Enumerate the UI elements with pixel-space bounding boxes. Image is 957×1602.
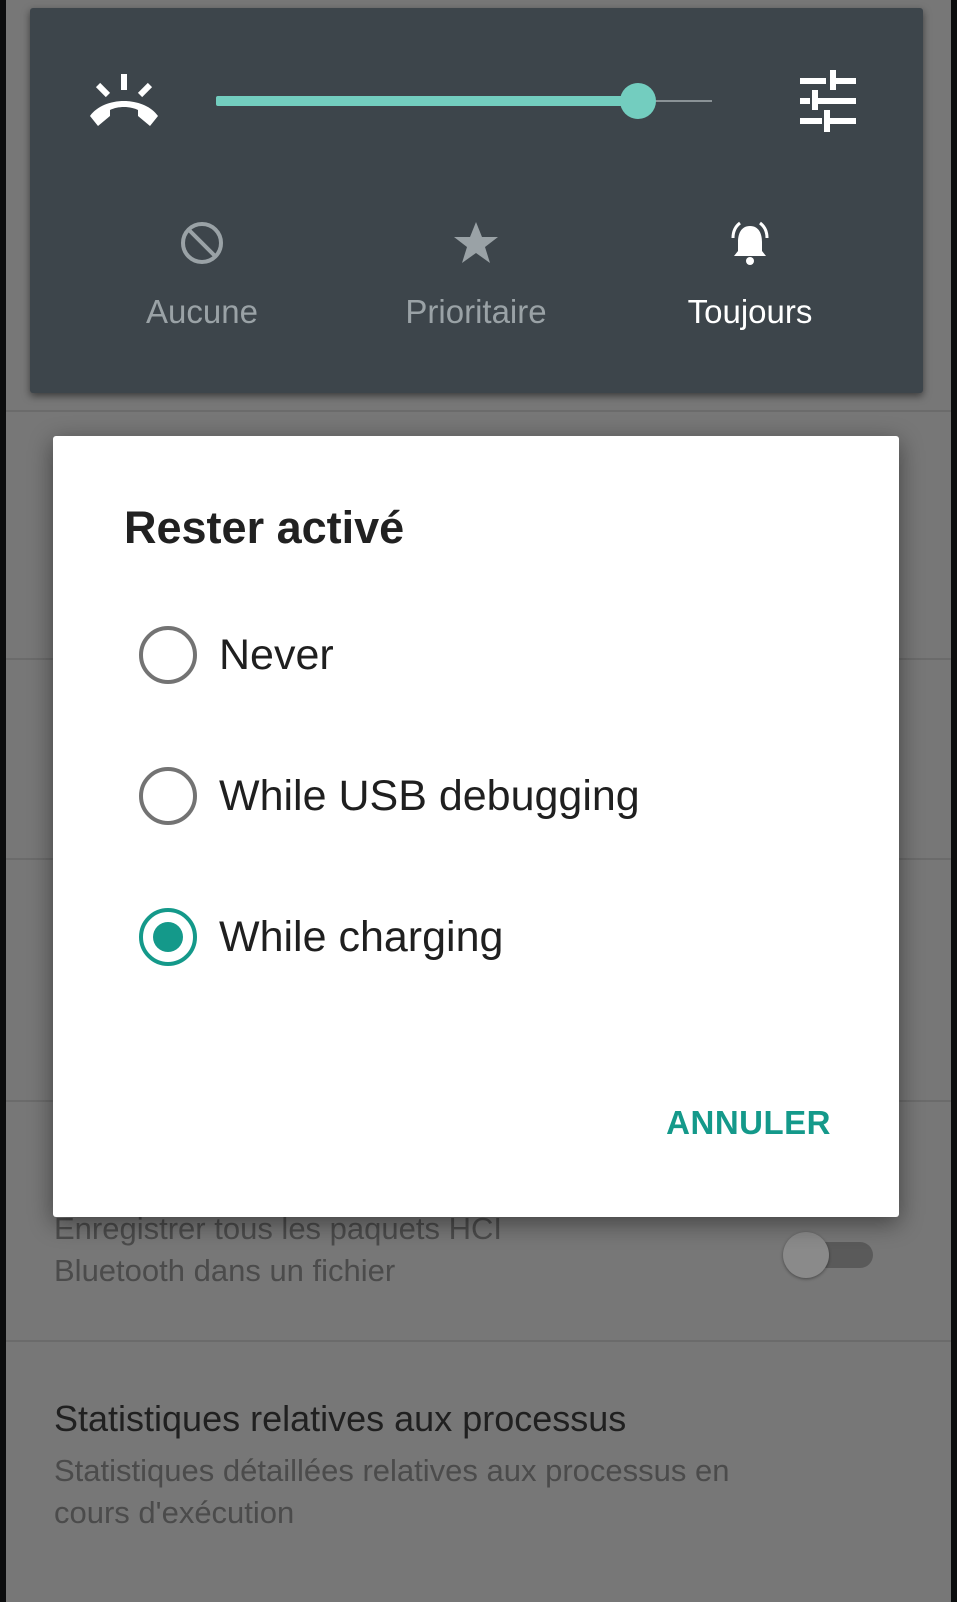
cancel-button[interactable]: ANNULER [666, 1101, 831, 1145]
mode-always[interactable]: Toujours [620, 218, 880, 332]
bell-ringing-icon [731, 221, 769, 265]
radio-button[interactable] [139, 767, 197, 825]
divider [6, 410, 951, 412]
option-never[interactable]: Never [139, 622, 839, 686]
mode-none[interactable]: Aucune [72, 218, 332, 332]
option-usb-debugging[interactable]: While USB debugging [139, 763, 839, 827]
option-label: While charging [219, 913, 504, 961]
stay-awake-dialog: Rester activé Never While USB debugging … [53, 436, 899, 1217]
tune-settings-icon[interactable] [796, 70, 860, 132]
radio-button[interactable] [139, 626, 197, 684]
process-stats-setting[interactable]: Statistiques relatives aux processus Sta… [54, 1396, 911, 1534]
volume-slider[interactable] [216, 78, 712, 124]
mode-always-label: Toujours [687, 293, 813, 330]
volume-slider-thumb[interactable] [620, 83, 656, 119]
mode-none-label: Aucune [146, 293, 258, 330]
volume-panel: Aucune Prioritaire Toujours [30, 8, 923, 393]
process-stats-title: Statistiques relatives aux processus [54, 1398, 627, 1439]
block-icon [181, 222, 223, 264]
star-icon [454, 222, 498, 263]
option-while-charging[interactable]: While charging [139, 904, 839, 968]
option-label: While USB debugging [219, 772, 640, 820]
option-label: Never [219, 631, 334, 679]
radio-button-selected[interactable] [139, 908, 197, 966]
process-stats-subtitle-line2: cours d'exécution [54, 1495, 295, 1530]
ringer-icon[interactable] [86, 70, 162, 132]
volume-slider-fill [216, 96, 638, 106]
hci-snoop-toggle[interactable] [783, 1232, 881, 1278]
mode-priority-label: Prioritaire [405, 293, 547, 330]
radio-dot [153, 922, 183, 952]
dialog-title: Rester activé [124, 502, 405, 553]
process-stats-subtitle-line1: Statistiques détaillées relatives aux pr… [54, 1453, 730, 1488]
mode-priority[interactable]: Prioritaire [346, 218, 606, 332]
divider [6, 1340, 951, 1342]
toggle-thumb [783, 1232, 829, 1278]
